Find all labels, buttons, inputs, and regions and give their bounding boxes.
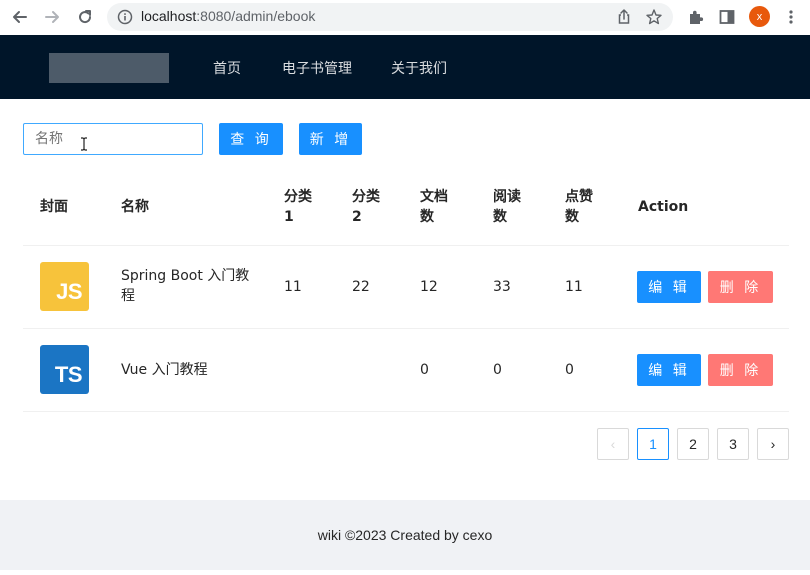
col-header-doc-count-line1: 文档 [420, 189, 448, 205]
col-header-category2: 分类 2 [352, 187, 380, 227]
add-button[interactable]: 新 增 [299, 123, 362, 155]
col-header-category1: 分类 1 [284, 187, 312, 227]
browser-toolbar: localhost:8080/admin/ebook x [0, 0, 810, 35]
reload-icon[interactable] [74, 6, 96, 28]
share-icon[interactable] [615, 8, 633, 26]
col-header-vote-count-line2: 数 [565, 209, 579, 225]
url-text: localhost:8080/admin/ebook [141, 8, 315, 24]
footer-text: wiki ©2023 Created by cexo [317, 527, 493, 543]
table-cell-vote-count: 11 [565, 279, 583, 295]
table-cell-view-count: 0 [493, 362, 502, 378]
cover-label: TS [54, 362, 83, 387]
row-divider [23, 245, 789, 246]
row-divider [23, 328, 789, 329]
col-header-cover: 封面 [40, 199, 68, 215]
app-header: 首页 电子书管理 关于我们 [0, 35, 810, 99]
edit-button[interactable]: 编 辑 [637, 271, 701, 303]
name-line-2: 程 [121, 288, 135, 304]
col-header-vote-count-line1: 点赞 [565, 189, 593, 205]
url-host: localhost [141, 8, 197, 24]
url-path: :8080/admin/ebook [196, 8, 316, 24]
pagination-prev-icon[interactable]: ‹ [597, 428, 629, 460]
col-header-name: 名称 [121, 199, 149, 215]
search-input[interactable] [23, 123, 203, 155]
side-panel-icon[interactable] [717, 7, 737, 27]
table-cell-doc-count: 12 [420, 279, 438, 295]
pagination-page-3[interactable]: 3 [717, 428, 749, 460]
table-cell-category2: 22 [352, 279, 370, 295]
kebab-menu-icon[interactable] [781, 7, 801, 27]
edit-button[interactable]: 编 辑 [637, 354, 701, 386]
logo [49, 53, 169, 83]
menu-item-about[interactable]: 关于我们 [391, 58, 447, 78]
table-cell-doc-count: 0 [420, 362, 429, 378]
col-header-vote-count: 点赞 数 [565, 187, 593, 227]
cover-image: JS [40, 262, 89, 311]
table-cell-view-count: 33 [493, 279, 511, 295]
puzzle-icon[interactable] [686, 7, 706, 27]
forward-arrow-icon[interactable] [41, 6, 63, 28]
delete-button[interactable]: 删 除 [708, 354, 773, 386]
table-cell-name: Spring Boot 入门教 程 [121, 266, 249, 306]
cover-image: TS [40, 345, 89, 394]
cover-label: JS [56, 279, 82, 304]
col-header-doc-count-line2: 数 [420, 209, 434, 225]
menu-item-ebook-admin[interactable]: 电子书管理 [282, 58, 352, 78]
col-header-view-count-line1: 阅读 [493, 189, 521, 205]
page-footer: wiki ©2023 Created by cexo [0, 500, 810, 570]
info-icon[interactable] [117, 9, 133, 25]
query-button[interactable]: 查 询 [219, 123, 283, 155]
pagination-next-icon[interactable]: › [757, 428, 789, 460]
star-icon[interactable] [645, 8, 663, 26]
name-line-1: Spring Boot 入门教 [121, 268, 250, 284]
col-header-view-count: 阅读 数 [493, 187, 521, 227]
pagination-page-1[interactable]: 1 [637, 428, 669, 460]
col-header-category2-line2: 2 [352, 209, 362, 225]
col-header-category1-line2: 1 [284, 209, 294, 225]
col-header-category1-line1: 分类 [284, 189, 312, 205]
col-header-doc-count: 文档 数 [420, 187, 448, 227]
avatar[interactable]: x [749, 6, 770, 27]
back-arrow-icon[interactable] [9, 6, 31, 28]
main-content: 查 询 新 增 封面 名称 分类 1 分类 2 文档 数 阅读 数 点赞 数 A… [0, 99, 810, 500]
table-cell-name: Vue 入门教程 [121, 362, 208, 378]
text-cursor-icon [80, 137, 88, 151]
menu-item-home[interactable]: 首页 [213, 58, 241, 78]
col-header-view-count-line2: 数 [493, 209, 507, 225]
window-bottom-edge [0, 570, 810, 575]
table-cell-category1: 11 [284, 279, 302, 295]
table-cell-vote-count: 0 [565, 362, 574, 378]
address-bar[interactable]: localhost:8080/admin/ebook [107, 3, 673, 31]
delete-button[interactable]: 删 除 [708, 271, 773, 303]
col-header-action: Action [638, 199, 689, 215]
row-divider [23, 411, 789, 412]
col-header-category2-line1: 分类 [352, 189, 380, 205]
pagination-page-2[interactable]: 2 [677, 428, 709, 460]
